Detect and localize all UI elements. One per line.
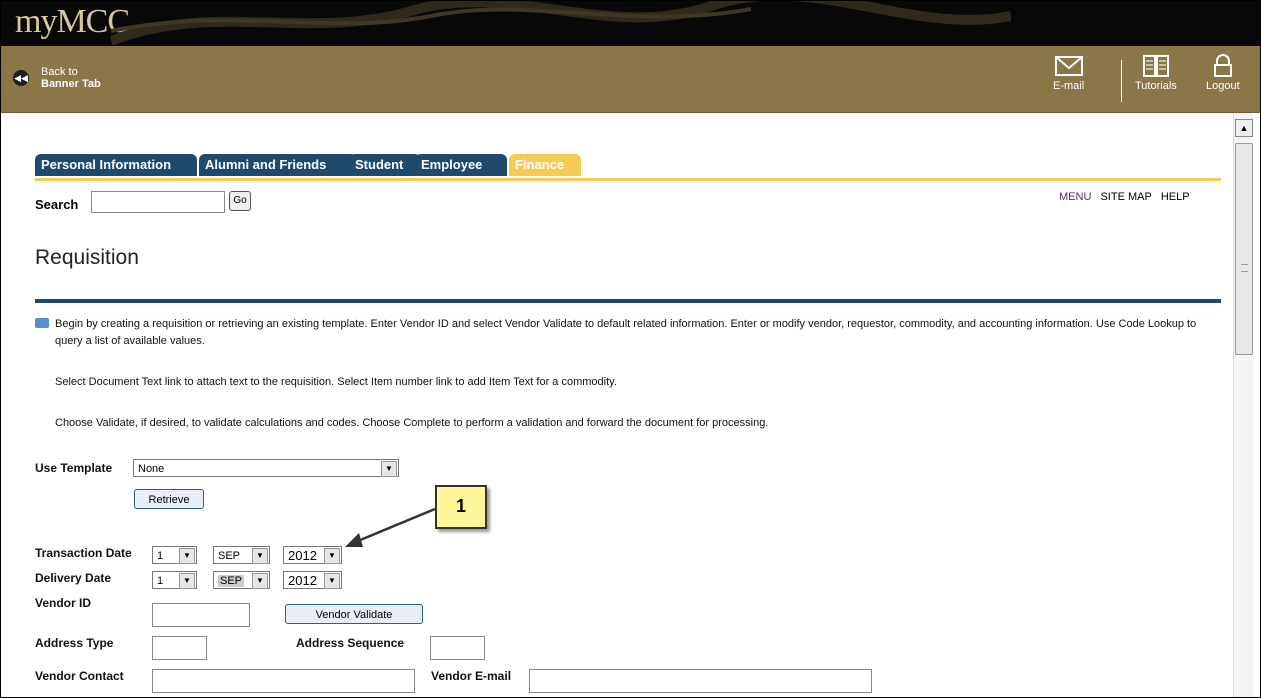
page-title: Requisition (35, 246, 139, 269)
retrieve-button[interactable]: Retrieve (134, 489, 204, 509)
vendor-contact-input[interactable] (152, 669, 415, 693)
tab-alumni-and-friends[interactable]: Alumni and Friends (199, 154, 357, 176)
select-value: 2012 (288, 573, 317, 588)
chevron-down-icon: ▼ (252, 548, 268, 564)
delivery-day-select[interactable]: 1 ▼ (152, 571, 197, 589)
instruction-p1: Begin by creating a requisition or retri… (55, 318, 1197, 347)
back-line1: Back to (41, 66, 78, 78)
menu-link[interactable]: MENU (1059, 191, 1091, 203)
use-template-value: None (138, 463, 165, 475)
callout-number: 1 (455, 496, 466, 516)
book-icon (1142, 55, 1169, 77)
tab-personal-information[interactable]: Personal Information (35, 154, 197, 176)
logout-button[interactable]: Logout (1206, 54, 1240, 92)
select-value: SEP (218, 550, 241, 562)
tab-employee[interactable]: Employee (415, 154, 507, 176)
vendor-email-input[interactable] (529, 669, 872, 693)
tab-label: Personal Information (41, 157, 172, 172)
tab-label: Employee (421, 157, 483, 172)
logout-label: Logout (1206, 80, 1240, 92)
tab-finance[interactable]: Finance (509, 154, 581, 176)
lock-icon (1213, 54, 1232, 77)
select-value: SEP (218, 575, 245, 587)
vendor-email-label: Vendor E-mail (431, 669, 512, 683)
delivery-month-select[interactable]: SEP ▼ (213, 571, 270, 589)
address-sequence-input[interactable] (430, 636, 485, 660)
email-button[interactable]: E-mail (1053, 54, 1084, 92)
vendor-validate-button[interactable]: Vendor Validate (285, 604, 423, 624)
site-map-link[interactable]: SITE MAP (1100, 191, 1151, 203)
select-value: 1 (157, 575, 164, 587)
tab-label: Finance (515, 157, 565, 172)
grip-icon (1241, 264, 1248, 272)
browser-frame: myMCC ◀◀ Back to Banner Tab E-mail Tutor… (0, 0, 1261, 698)
envelope-icon (1054, 56, 1083, 76)
address-type-input[interactable] (152, 636, 207, 660)
vendor-id-input[interactable] (152, 603, 250, 627)
address-type-label: Address Type (35, 636, 114, 650)
tab-label: Student (355, 157, 404, 172)
back-arrow-icon[interactable]: ◀◀ (13, 70, 29, 86)
toolbar-divider (1121, 60, 1122, 102)
help-link[interactable]: HELP (1161, 191, 1190, 203)
tab-underline (35, 178, 1221, 181)
info-bubble-icon (35, 318, 49, 328)
page-content: Personal Information Alumni and Friends … (1, 113, 1232, 697)
use-template-label: Use Template (35, 461, 113, 475)
vendor-id-label: Vendor ID (35, 596, 92, 610)
tab-student[interactable]: Student (349, 154, 421, 176)
banner-decoration (111, 1, 1011, 46)
callout-badge: 1 (435, 485, 487, 529)
select-value: 1 (157, 550, 164, 562)
scroll-thumb[interactable] (1235, 143, 1253, 355)
top-links: MENU SITE MAP HELP (1059, 191, 1196, 203)
go-button[interactable]: Go (229, 191, 251, 211)
header-bar: ◀◀ Back to Banner Tab E-mail Tutorials L… (1, 46, 1260, 113)
vendor-contact-label: Vendor Contact (35, 669, 124, 683)
chevron-down-icon: ▼ (179, 548, 195, 564)
transaction-day-select[interactable]: 1 ▼ (152, 546, 197, 564)
back-to-banner-link[interactable]: Back to Banner Tab (41, 66, 101, 90)
search-input[interactable] (91, 191, 225, 213)
chevron-down-icon: ▼ (252, 573, 268, 589)
chevron-down-icon: ▼ (324, 573, 340, 589)
tutorials-button[interactable]: Tutorials (1135, 54, 1177, 92)
chevron-down-icon: ▼ (179, 573, 195, 589)
top-banner: myMCC (1, 1, 1260, 46)
tab-label: Alumni and Friends (205, 157, 327, 172)
email-label: E-mail (1053, 80, 1085, 92)
use-template-select[interactable]: None ▼ (133, 459, 399, 477)
transaction-month-select[interactable]: SEP ▼ (213, 546, 270, 564)
delivery-year-select[interactable]: 2012 ▼ (283, 571, 342, 589)
chevron-down-icon: ▼ (381, 461, 397, 477)
scroll-up-icon[interactable]: ▲ (1235, 119, 1253, 137)
back-line2: Banner Tab (41, 78, 101, 90)
instruction-p2: Select Document Text link to attach text… (55, 376, 617, 388)
instruction-p3: Choose Validate, if desired, to validate… (55, 417, 769, 429)
vertical-scrollbar[interactable]: ▲ (1233, 113, 1253, 697)
select-value: 2012 (288, 548, 317, 563)
callout-arrow (345, 507, 436, 547)
delivery-date-label: Delivery Date (35, 571, 112, 585)
tutorials-label: Tutorials (1135, 80, 1177, 92)
search-label: Search (35, 197, 79, 212)
title-rule (35, 299, 1221, 303)
transaction-date-label: Transaction Date (35, 546, 132, 560)
address-sequence-label: Address Sequence (296, 636, 405, 650)
